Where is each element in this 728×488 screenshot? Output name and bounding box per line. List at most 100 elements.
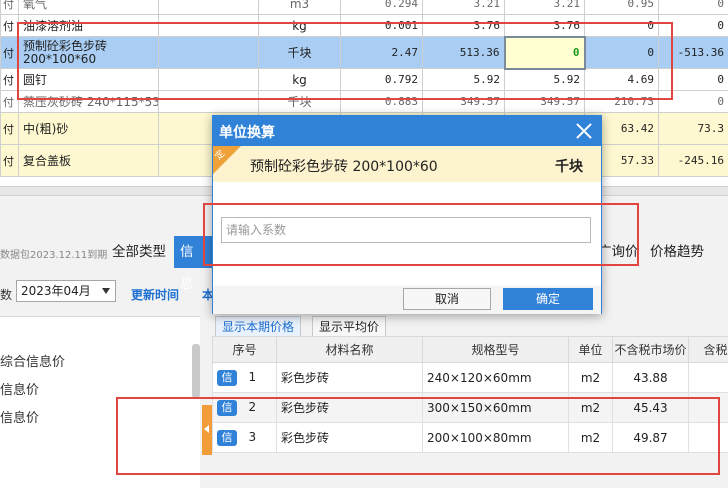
dialog-material-unit: 千块 <box>555 159 583 175</box>
coefficient-input[interactable] <box>221 217 591 243</box>
tax-price-cell: 4 <box>688 362 728 393</box>
table-row[interactable]: 信 2 彩色步砖 300×150×60mm m2 45.43 5 <box>212 392 728 423</box>
update-time-link[interactable]: 更新时间 <box>131 286 179 303</box>
unit-cell: kg <box>258 14 341 37</box>
close-icon[interactable] <box>573 120 595 142</box>
material-name: 中(粗)砂 <box>18 112 159 145</box>
dialog-material-name: 预制砼彩色步砖 200*100*60 <box>250 159 438 175</box>
list-item[interactable]: 信息价 <box>0 379 39 398</box>
unit-cell: m2 <box>568 392 613 423</box>
total-cell: 4.69 <box>584 68 659 91</box>
column-header: 不含税市场价 <box>612 336 689 363</box>
table-row[interactable]: 信 1 彩色步砖 240×120×60mm m2 43.88 4 <box>212 362 728 393</box>
price-cell[interactable]: 5.92 <box>504 68 585 91</box>
period-label: 数 <box>0 288 13 302</box>
table-row[interactable]: 付 圆钉 kg 0.792 5.92 5.92 4.69 0 <box>0 68 728 91</box>
material-name: 彩色步砖 <box>276 422 423 453</box>
table-header-row: 序号 材料名称 规格型号 单位 不含税市场价 含税 <box>212 336 728 363</box>
material-name: 彩色步砖 <box>276 362 423 393</box>
unit-cell: 千块 <box>258 36 341 69</box>
column-header: 单位 <box>568 336 613 363</box>
column-header: 材料名称 <box>276 336 423 363</box>
price-cell: 349.57 <box>422 90 505 113</box>
price-cell[interactable]: 349.57 <box>504 90 585 113</box>
price-edit-cell[interactable]: 0 <box>503 35 586 70</box>
ok-button[interactable]: 确定 <box>503 288 593 310</box>
table-row[interactable]: 付 氧气 m3 0.294 3.21 3.21 0.95 0 <box>0 0 728 15</box>
row-no: 2 <box>248 399 257 414</box>
row-no: 3 <box>248 429 257 444</box>
total-cell: 0 <box>584 14 659 37</box>
unit-conversion-dialog: 单位换算 定 预制砼彩色步砖 200*100*60 千块 取消 确定 <box>212 115 602 314</box>
unit-cell: m2 <box>568 422 613 453</box>
unit-cell <box>158 0 259 15</box>
qty-cell: 0.001 <box>340 14 423 37</box>
material-name: 氧气 <box>18 0 159 15</box>
row-no: 1 <box>248 369 257 384</box>
unit-cell: m3 <box>258 0 341 15</box>
material-name: 复合盖板 <box>18 144 159 177</box>
month-select[interactable]: 2023年04月 <box>16 280 116 302</box>
qty-cell: 0.792 <box>340 68 423 91</box>
row-no-cell: 信 3 <box>212 422 277 453</box>
info-badge: 信 <box>217 429 237 446</box>
spec-cell: 300×150×60mm <box>422 392 569 423</box>
table-row[interactable]: 信 3 彩色步砖 200×100×80mm m2 49.87 5 <box>212 422 728 453</box>
cancel-button[interactable]: 取消 <box>403 288 491 310</box>
dialog-title: 单位换算 <box>219 125 275 141</box>
price-cell[interactable]: 3.21 <box>504 0 585 15</box>
row-flag: 付 <box>0 90 19 113</box>
unit-cell: kg <box>258 68 341 91</box>
qty-cell: 0.294 <box>340 0 423 15</box>
row-flag: 付 <box>0 144 19 177</box>
diff-cell: 0 <box>658 0 728 15</box>
material-name-line1: 预制砼彩色步砖 <box>23 38 108 53</box>
tab-all-types[interactable]: 全部类型 <box>106 236 172 268</box>
tab-current-price[interactable]: 显示本期价格 <box>215 316 302 336</box>
list-item[interactable]: 综合信息价 <box>0 351 65 370</box>
tab-average-price[interactable]: 显示平均价 <box>312 316 387 336</box>
total-cell: 0 <box>584 36 659 69</box>
row-no-cell: 信 2 <box>212 392 277 423</box>
dialog-header: 单位换算 <box>213 116 601 146</box>
info-badge: 信 <box>217 399 237 416</box>
price-cell: 3.76 <box>422 14 505 37</box>
price-source-list: 综合信息价 信息价 信息价 <box>0 316 200 488</box>
table-row[interactable]: 付 油漆溶剂油 kg 0.001 3.76 3.76 0 0 <box>0 14 728 37</box>
price-cell: 513.36 <box>422 36 505 69</box>
spacer-cell <box>158 90 259 113</box>
package-expiry-note: 数据包2023.12.11到期 <box>0 250 108 261</box>
unit-cell: m2 <box>568 362 613 393</box>
column-header: 序号 <box>212 336 277 363</box>
list-scrollbar[interactable] <box>192 344 200 398</box>
diff-cell: 0 <box>658 68 728 91</box>
row-no-cell: 信 1 <box>212 362 277 393</box>
row-flag: 付 <box>0 112 19 145</box>
material-name: 预制砼彩色步砖 200*100*60 <box>18 36 159 69</box>
row-flag: 付 <box>0 68 19 91</box>
diff-cell: 0 <box>658 90 728 113</box>
qty-cell: 2.47 <box>340 36 423 69</box>
list-item[interactable]: 信息价 <box>0 407 39 426</box>
collapse-handle[interactable] <box>202 405 212 455</box>
tab-price-trend[interactable]: 价格趋势 <box>644 236 710 268</box>
diff-cell: 0 <box>658 14 728 37</box>
info-badge: 信 <box>217 369 237 386</box>
price-table: 序号 材料名称 规格型号 单位 不含税市场价 含税 信 1 彩色步砖 240×1… <box>212 336 728 453</box>
column-header: 规格型号 <box>422 336 569 363</box>
material-name: 油漆溶剂油 <box>18 14 159 37</box>
row-flag: 付 <box>0 14 19 37</box>
row-flag: 付 <box>0 36 19 69</box>
tax-price-cell: 5 <box>688 422 728 453</box>
month-value: 2023年04月 <box>21 284 91 298</box>
price-cell[interactable]: 3.76 <box>504 14 585 37</box>
column-header: 含税 <box>688 336 728 363</box>
tab-info-price[interactable]: 信息 <box>174 236 212 292</box>
table-row[interactable]: 付 蒸压灰砂砖 240*115*53 千块 0.883 349.57 349.5… <box>0 90 728 113</box>
spacer-cell <box>158 14 259 37</box>
table-row-selected[interactable]: 付 预制砼彩色步砖 200*100*60 千块 2.47 513.36 0 0 -… <box>0 35 728 70</box>
price-cell: 45.43 <box>612 392 689 423</box>
qty-cell: 0.883 <box>340 90 423 113</box>
price-cell: 5.92 <box>422 68 505 91</box>
material-name: 蒸压灰砂砖 240*115*53 <box>18 90 159 113</box>
